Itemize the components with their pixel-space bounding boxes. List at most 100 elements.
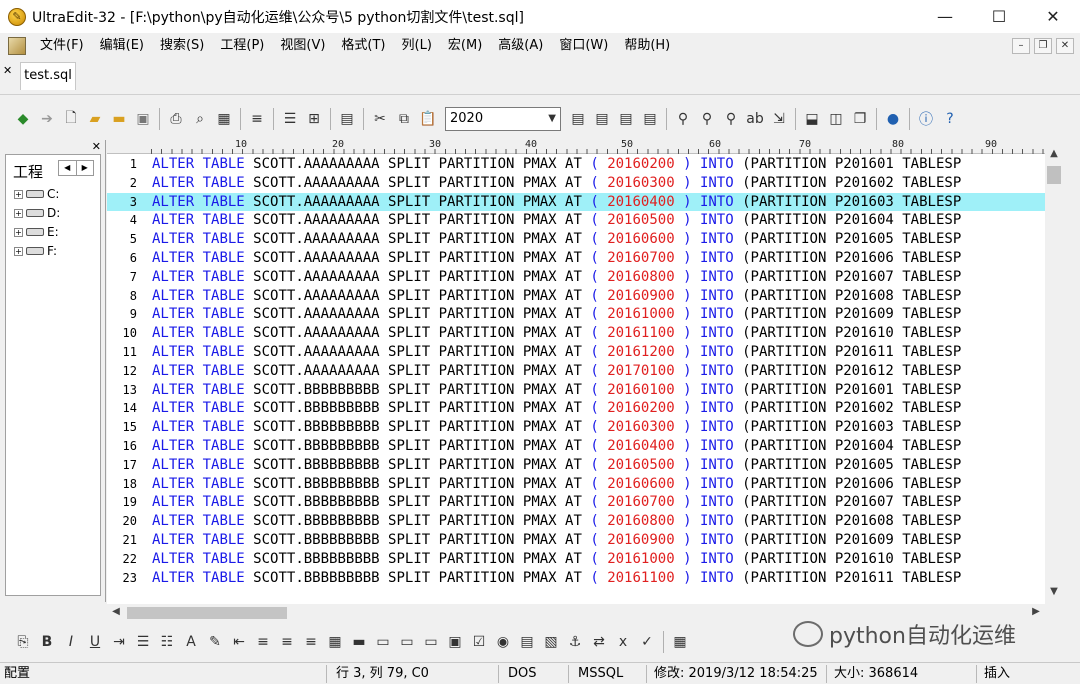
code-line[interactable]: 3 ALTER TABLE SCOTT.AAAAAAAAA SPLIT PARTI… xyxy=(107,192,1045,212)
spell-check-icon[interactable]: ✓ xyxy=(636,631,658,653)
tree-drive-c[interactable]: + C: xyxy=(14,187,59,201)
tab-test-sql[interactable]: test.sql xyxy=(20,62,76,90)
tree-drive-e[interactable]: + E: xyxy=(14,225,59,239)
scroll-up-icon[interactable]: ▲ xyxy=(1045,148,1063,159)
scroll-right-icon[interactable]: ▶ xyxy=(1027,606,1045,617)
info-icon[interactable]: ⓘ xyxy=(915,108,937,130)
maximize-button[interactable]: ☐ xyxy=(972,0,1026,33)
grid-icon[interactable]: ▦ xyxy=(669,631,691,653)
tree-drive-d[interactable]: + D: xyxy=(14,206,60,220)
horizontal-rule-icon[interactable]: ▬ xyxy=(348,631,370,653)
find-combo[interactable]: 2020 ▼ xyxy=(445,107,561,131)
menu-edit[interactable]: 编辑(E) xyxy=(92,34,152,58)
insert-label-icon[interactable]: ▭ xyxy=(372,631,394,653)
bold-icon[interactable]: B xyxy=(36,631,58,653)
forward-arrow-icon[interactable]: ➔ xyxy=(36,108,58,130)
find-icon[interactable]: ⚲ xyxy=(672,108,694,130)
horizontal-scroll-thumb[interactable] xyxy=(127,607,287,619)
replace-icon[interactable]: ab xyxy=(744,108,766,130)
code-line[interactable]: 8 ALTER TABLE SCOTT.AAAAAAAAA SPLIT PARTI… xyxy=(107,287,1045,306)
bullet-list-icon[interactable]: ☰ xyxy=(132,631,154,653)
code-line[interactable]: 11 ALTER TABLE SCOTT.AAAAAAAAA SPLIT PART… xyxy=(107,343,1045,362)
clipboard-icon[interactable]: ▤ xyxy=(336,108,358,130)
vertical-scroll-thumb[interactable] xyxy=(1047,166,1061,184)
code-line[interactable]: 7 ALTER TABLE SCOTT.AAAAAAAAA SPLIT PARTI… xyxy=(107,268,1045,287)
numbered-list-icon[interactable]: ☷ xyxy=(156,631,178,653)
align-left-icon[interactable]: ▤ xyxy=(567,108,589,130)
code-line[interactable]: 4 ALTER TABLE SCOTT.AAAAAAAAA SPLIT PARTI… xyxy=(107,211,1045,230)
scroll-down-icon[interactable]: ▼ xyxy=(1045,586,1063,597)
anchor-icon[interactable]: ⚓ xyxy=(564,631,586,653)
code-line[interactable]: 16 ALTER TABLE SCOTT.BBBBBBBBB SPLIT PART… xyxy=(107,437,1045,456)
align-center-icon[interactable]: ▤ xyxy=(591,108,613,130)
cascade-windows-icon[interactable]: ❐ xyxy=(849,108,871,130)
find-prev-icon[interactable]: ⚲ xyxy=(720,108,742,130)
menu-window[interactable]: 窗口(W) xyxy=(551,34,616,58)
picture-icon[interactable]: ▧ xyxy=(540,631,562,653)
menu-search[interactable]: 搜索(S) xyxy=(152,34,212,58)
menu-advanced[interactable]: 高级(A) xyxy=(490,34,551,58)
code-line[interactable]: 10 ALTER TABLE SCOTT.AAAAAAAAA SPLIT PART… xyxy=(107,324,1045,343)
tab-bar-close-icon[interactable]: ✕ xyxy=(3,64,12,77)
web-globe-icon[interactable]: ● xyxy=(882,108,904,130)
right-arrow-icon[interactable]: ▶ xyxy=(77,161,94,175)
menu-view[interactable]: 视图(V) xyxy=(272,34,333,58)
split-horizontal-icon[interactable]: ⬓ xyxy=(801,108,823,130)
menu-file[interactable]: 文件(F) xyxy=(32,34,92,58)
chevron-down-icon[interactable]: ▼ xyxy=(548,108,556,130)
code-line[interactable]: 9 ALTER TABLE SCOTT.AAAAAAAAA SPLIT PARTI… xyxy=(107,305,1045,324)
radio-icon[interactable]: ◉ xyxy=(492,631,514,653)
checkbox-icon[interactable]: ☑ xyxy=(468,631,490,653)
insert-form-icon[interactable]: ▭ xyxy=(396,631,418,653)
paste-icon[interactable]: 📋 xyxy=(417,108,439,130)
menu-help[interactable]: 帮助(H) xyxy=(616,34,678,58)
italic-icon[interactable]: I xyxy=(60,631,82,653)
scroll-left-icon[interactable]: ◀ xyxy=(107,606,125,617)
menu-project[interactable]: 工程(P) xyxy=(212,34,272,58)
doc-restore-button[interactable]: ❐ xyxy=(1034,38,1052,54)
outdent-icon[interactable]: ⇤ xyxy=(228,631,250,653)
code-line[interactable]: 14 ALTER TABLE SCOTT.BBBBBBBBB SPLIT PART… xyxy=(107,399,1045,418)
word-wrap-icon[interactable]: ☰ xyxy=(279,108,301,130)
copy-icon[interactable]: ⧉ xyxy=(393,108,415,130)
find-in-files-icon[interactable]: ⇲ xyxy=(768,108,790,130)
document-icon[interactable]: ≡ xyxy=(246,108,268,130)
code-line[interactable]: 18 ALTER TABLE SCOTT.BBBBBBBBB SPLIT PART… xyxy=(107,475,1045,494)
highlight-icon[interactable]: ✎ xyxy=(204,631,226,653)
code-line[interactable]: 19 ALTER TABLE SCOTT.BBBBBBBBB SPLIT PART… xyxy=(107,493,1045,512)
menu-format[interactable]: 格式(T) xyxy=(333,34,393,58)
justify-icon[interactable]: ▤ xyxy=(639,108,661,130)
left-arrow-icon[interactable]: ◀ xyxy=(59,161,77,175)
hex-convert-icon[interactable]: x xyxy=(612,631,634,653)
open-file-icon[interactable]: ▬ xyxy=(108,108,130,130)
project-nav-arrows[interactable]: ◀ ▶ xyxy=(58,160,94,176)
align-right-2-icon[interactable]: ≡ xyxy=(300,631,322,653)
convert-case-icon[interactable]: ⇄ xyxy=(588,631,610,653)
open-folder-icon[interactable]: ▰ xyxy=(84,108,106,130)
help-icon[interactable]: ? xyxy=(939,108,961,130)
minimize-button[interactable]: — xyxy=(918,0,972,33)
code-editor[interactable]: 10 20 30 40 50 60 70 80 90 1 ALTER TABLE … xyxy=(107,140,1045,608)
vertical-scrollbar[interactable]: ▲ ▼ xyxy=(1045,140,1063,604)
menu-macro[interactable]: 宏(M) xyxy=(440,34,490,58)
doc-minimize-button[interactable]: – xyxy=(1012,38,1030,54)
underline-icon[interactable]: U xyxy=(84,631,106,653)
align-center-2-icon[interactable]: ≡ xyxy=(276,631,298,653)
split-vertical-icon[interactable]: ◫ xyxy=(825,108,847,130)
code-line[interactable]: 17 ALTER TABLE SCOTT.BBBBBBBBB SPLIT PART… xyxy=(107,456,1045,475)
print-preview-icon[interactable]: ⌕ xyxy=(189,108,211,130)
code-line[interactable]: 5 ALTER TABLE SCOTT.AAAAAAAAA SPLIT PARTI… xyxy=(107,230,1045,249)
code-line[interactable]: 15 ALTER TABLE SCOTT.BBBBBBBBB SPLIT PART… xyxy=(107,418,1045,437)
insert-image-icon[interactable]: ▣ xyxy=(444,631,466,653)
document-menu-icon[interactable] xyxy=(8,37,26,55)
insert-table-icon[interactable]: ▦ xyxy=(324,631,346,653)
code-line[interactable]: 21 ALTER TABLE SCOTT.BBBBBBBBB SPLIT PART… xyxy=(107,531,1045,550)
hex-mode-icon[interactable]: ⊞ xyxy=(303,108,325,130)
pane-close-icon[interactable]: ✕ xyxy=(92,140,101,153)
code-line[interactable]: 23 ALTER TABLE SCOTT.BBBBBBBBB SPLIT PART… xyxy=(107,569,1045,588)
align-right-icon[interactable]: ▤ xyxy=(615,108,637,130)
copy-file-path-icon[interactable]: ⎘ xyxy=(12,631,34,653)
back-arrow-icon[interactable]: ◆ xyxy=(12,108,34,130)
save-icon[interactable]: ▣ xyxy=(132,108,154,130)
code-line[interactable]: 12 ALTER TABLE SCOTT.AAAAAAAAA SPLIT PART… xyxy=(107,362,1045,381)
